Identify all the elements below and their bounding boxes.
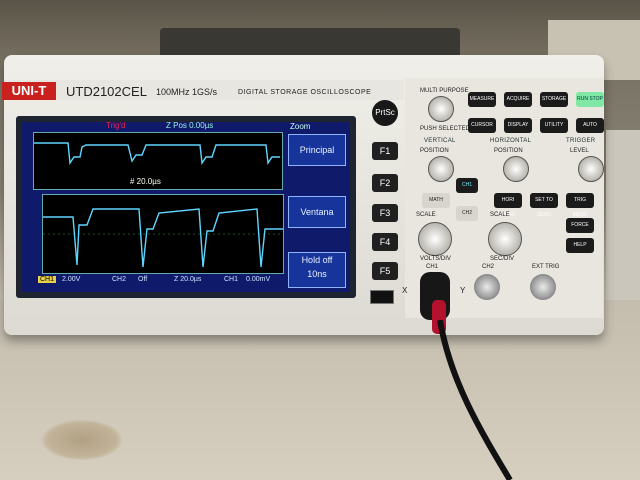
horizontal-scale-label: SCALE xyxy=(490,212,510,218)
spec-text: 100MHz 1GS/s xyxy=(156,87,218,97)
measure-button[interactable]: MEASURE xyxy=(468,92,496,107)
utility-button[interactable]: UTILITY xyxy=(540,118,568,133)
horizontal-position-label: POSITION xyxy=(494,148,523,154)
ch2-button[interactable]: CH2 xyxy=(456,206,478,221)
display-button[interactable]: DISPLAY xyxy=(504,118,532,133)
side-equipment xyxy=(606,130,640,300)
probe-cable xyxy=(437,320,513,480)
ch1-connector-label: CH1 xyxy=(426,264,439,270)
volts-div-label: VOLTS/DIV xyxy=(420,256,451,262)
set-to-zero-button[interactable]: SET TO ZERO xyxy=(530,193,558,218)
menu-principal[interactable]: Principal xyxy=(288,134,346,166)
volts-div-knob[interactable] xyxy=(418,222,452,256)
f5-button[interactable]: F5 xyxy=(372,262,398,280)
math-button[interactable]: MATH xyxy=(422,193,450,208)
push-select-label: PUSH SELECTED xyxy=(420,126,471,132)
trigger-source: CH1 xyxy=(224,276,239,283)
trig-menu-button[interactable]: TRIG MENU xyxy=(566,193,594,218)
ch2-label: CH2 xyxy=(112,276,127,283)
vertical-scale-label: SCALE xyxy=(416,212,436,218)
ext-trig-label: EXT TRIG xyxy=(532,264,560,270)
ch1-indicator: CH1 xyxy=(38,276,57,283)
trigger-level-knob[interactable] xyxy=(578,156,604,182)
trigger-level: 0.00mV xyxy=(246,276,271,283)
sec-div-knob[interactable] xyxy=(488,222,522,256)
model-name: UTD2102CEL xyxy=(66,84,147,99)
help-button[interactable]: HELP xyxy=(566,238,594,253)
multipurpose-knob[interactable] xyxy=(428,96,454,122)
background-shelf xyxy=(160,28,460,58)
zoom-position: Z Pos 0.00µs xyxy=(166,121,214,130)
ext-trig-bnc-connector[interactable] xyxy=(530,274,556,300)
horizontal-section-label: HORIZONTAL xyxy=(490,138,532,144)
ch2-state: Off xyxy=(138,276,148,283)
menu-holdoff-label: Hold off xyxy=(301,255,333,265)
zoom-label: Zoom xyxy=(290,122,311,131)
f2-button[interactable]: F2 xyxy=(372,174,398,192)
ch1-button[interactable]: CH1 xyxy=(456,178,478,193)
table-stain xyxy=(42,420,122,460)
multipurpose-label: MULTI PURPOSE xyxy=(420,88,469,94)
prtsc-button[interactable]: PrtSc xyxy=(372,100,398,126)
trigger-status: Trig'd xyxy=(106,121,126,130)
y-label: Y xyxy=(460,286,466,295)
menu-holdoff[interactable]: Hold off 10ns xyxy=(288,252,346,288)
sec-div-label: SEC/DIV xyxy=(490,256,515,262)
menu-ventana[interactable]: Ventana xyxy=(288,196,346,228)
zoom-waveform xyxy=(43,208,283,268)
ch2-connector-label: CH2 xyxy=(482,264,495,270)
ch2-bnc-connector[interactable] xyxy=(474,274,500,300)
ch1-scale: 2.00V xyxy=(62,276,81,283)
run-stop-button[interactable]: RUN STOP xyxy=(576,92,604,107)
timebase-status: Z 20.0µs xyxy=(174,276,202,283)
usb-port xyxy=(370,290,394,304)
x-label: X xyxy=(402,286,408,295)
main-timebase: # 20.0µs xyxy=(130,177,161,186)
storage-button[interactable]: STORAGE xyxy=(540,92,568,107)
cursor-button[interactable]: CURSOR xyxy=(468,118,496,133)
status-bar: CH1 2.00V CH2 Off Z 20.0µs CH1 0.00mV xyxy=(38,276,284,290)
vertical-position-label: POSITION xyxy=(420,148,449,154)
f3-button[interactable]: F3 xyxy=(372,204,398,222)
horiz-menu-button[interactable]: HORI MENU xyxy=(494,193,522,218)
acquire-button[interactable]: ACQUIRE xyxy=(504,92,532,107)
category-text: DIGITAL STORAGE OSCILLOSCOPE xyxy=(238,89,372,96)
zoom-waveform-window xyxy=(42,194,284,274)
vertical-position-knob[interactable] xyxy=(428,156,454,182)
menu-holdoff-value: 10ns xyxy=(307,269,327,279)
horizontal-position-knob[interactable] xyxy=(503,156,529,182)
brand-logo: UNI-T xyxy=(2,82,56,100)
f1-button[interactable]: F1 xyxy=(372,142,398,160)
vertical-section-label: VERTICAL xyxy=(424,138,456,144)
trigger-level-label: LEVEL xyxy=(570,148,589,154)
force-button[interactable]: FORCE xyxy=(566,218,594,233)
auto-button[interactable]: AUTO xyxy=(576,118,604,133)
f4-button[interactable]: F4 xyxy=(372,233,398,251)
trigger-section-label: TRIGGER xyxy=(566,138,596,144)
